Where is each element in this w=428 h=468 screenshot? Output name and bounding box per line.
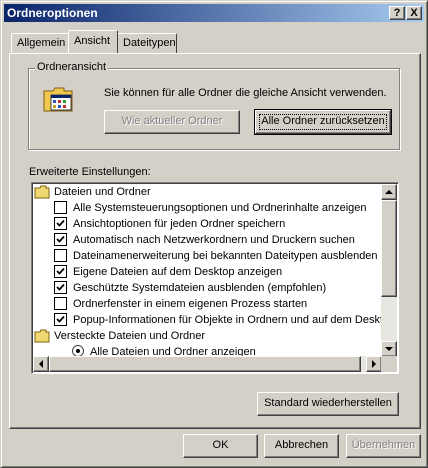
tab-dateitypen[interactable]: Dateitypen — [117, 33, 177, 53]
advanced-settings-label: Erweiterte Einstellungen: — [29, 166, 151, 178]
tab-ansicht[interactable]: Ansicht — [68, 30, 118, 53]
reset-all-folders-button[interactable]: Alle Ordner zurücksetzen — [254, 109, 392, 135]
tab-allgemein[interactable]: Allgemein — [11, 33, 69, 53]
cancel-button[interactable]: Abbrechen — [264, 434, 339, 458]
focus-rectangle — [259, 114, 387, 130]
folder-options-icon — [42, 84, 76, 114]
window-title: Ordneroptionen — [7, 6, 98, 20]
help-button[interactable]: ? — [389, 6, 405, 20]
tab-panel-ansicht: Ordneransicht Sie können für alle Ordner… — [9, 53, 421, 429]
ok-button[interactable]: OK — [183, 434, 258, 458]
apply-button[interactable]: Übernehmen — [346, 434, 421, 458]
folder-view-description: Sie können für alle Ordner die gleiche A… — [104, 87, 387, 99]
folder-view-legend: Ordneransicht — [35, 61, 109, 73]
apply-to-all-folders-button[interactable]: Wie aktueller Ordner — [104, 110, 240, 134]
folder-view-group — [28, 68, 400, 150]
close-button[interactable]: X — [406, 6, 422, 20]
title-bar[interactable]: Ordneroptionen ? X — [4, 4, 424, 22]
folder-options-dialog: Ordneroptionen ? X Allgemein Ansicht Dat… — [0, 0, 428, 468]
